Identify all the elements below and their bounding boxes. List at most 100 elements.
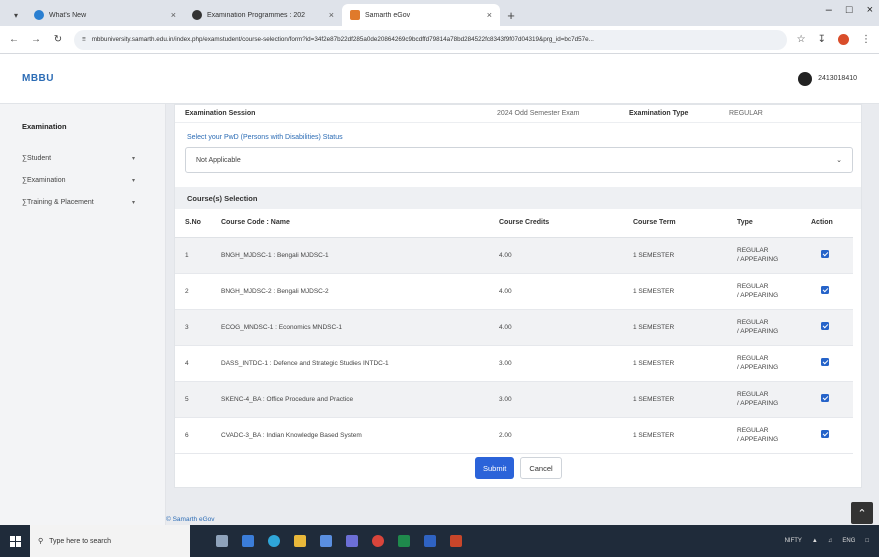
- bookmark-star-icon[interactable]: ☆: [797, 34, 806, 45]
- exam-session-label: Examination Session: [185, 110, 256, 117]
- browser-tab-bar: ▾ What's New × Examination Programmes : …: [0, 0, 879, 26]
- col-header-action: Action: [801, 209, 853, 238]
- course-table: S.No Course Code : Name Course Credits C…: [175, 209, 853, 454]
- cell-action: [801, 237, 853, 274]
- forward-arrow-icon[interactable]: →: [30, 34, 42, 45]
- teams-icon[interactable]: [346, 535, 358, 547]
- word-icon[interactable]: [424, 535, 436, 547]
- store-icon[interactable]: [320, 535, 332, 547]
- course-table-header: S.No Course Code : Name Course Credits C…: [175, 209, 853, 238]
- app-brand[interactable]: MBBU: [22, 73, 54, 84]
- cell-term: 1 SEMESTER: [623, 417, 727, 454]
- browser-menu-icon[interactable]: ⋮: [861, 34, 871, 45]
- type-line-1: REGULAR: [737, 283, 769, 290]
- footer-samarth-link[interactable]: © Samarth eGov: [166, 516, 215, 523]
- cell-type: REGULAR / APPEARING: [727, 273, 801, 310]
- sidebar: Examination ∑Student ▾ ∑Examination ▾ ∑T…: [0, 104, 166, 525]
- tray-language[interactable]: ENG: [842, 538, 855, 544]
- edge-icon[interactable]: [268, 535, 280, 547]
- notifications-icon[interactable]: □: [865, 538, 869, 544]
- course-selection-heading: Course(s) Selection: [175, 187, 861, 209]
- sidebar-item-student[interactable]: ∑Student ▾: [0, 147, 165, 169]
- tab-search-chevron-icon[interactable]: ▾: [6, 4, 26, 26]
- cell-sno: 6: [175, 417, 211, 454]
- type-line-2: / APPEARING: [737, 364, 779, 371]
- cell-term: 1 SEMESTER: [623, 237, 727, 274]
- cell-term: 1 SEMESTER: [623, 381, 727, 418]
- pwd-status-select[interactable]: Not Applicable ⌄: [185, 147, 853, 173]
- close-tab-icon[interactable]: ×: [171, 10, 176, 20]
- browser-tab-whats-new[interactable]: What's New ×: [26, 4, 184, 26]
- new-tab-button[interactable]: +: [500, 4, 522, 26]
- cell-type: REGULAR / APPEARING: [727, 345, 801, 382]
- course-checkbox[interactable]: [821, 394, 829, 402]
- taskbar-search[interactable]: ⚲ Type here to search: [30, 525, 190, 557]
- site-settings-icon[interactable]: ≡: [82, 36, 86, 43]
- close-tab-icon[interactable]: ×: [329, 10, 334, 20]
- scroll-to-top-button[interactable]: ⌃: [851, 502, 873, 524]
- sidebar-item-label: Student: [27, 154, 52, 162]
- tab-title: Samarth eGov: [365, 11, 411, 19]
- cell-credits: 4.00: [489, 273, 623, 310]
- minimize-icon[interactable]: –: [826, 4, 832, 16]
- tray-nifty[interactable]: NIFTY: [785, 538, 802, 544]
- user-menu[interactable]: 2413018410: [798, 71, 857, 86]
- cell-credits: 2.00: [489, 417, 623, 454]
- course-checkbox[interactable]: [821, 430, 829, 438]
- close-tab-icon[interactable]: ×: [487, 10, 492, 20]
- course-checkbox[interactable]: [821, 322, 829, 330]
- submit-button[interactable]: Submit: [475, 457, 515, 479]
- windows-logo-icon: [9, 535, 21, 547]
- footer-text: © Samarth eGov: [166, 516, 215, 523]
- url-field[interactable]: ≡ mbbuniversity.samarth.edu.in/index.php…: [74, 29, 787, 50]
- exam-type-label: Examination Type: [629, 110, 689, 117]
- back-arrow-icon[interactable]: ←: [8, 34, 20, 45]
- close-window-icon[interactable]: ×: [867, 4, 873, 16]
- excel-icon[interactable]: [398, 535, 410, 547]
- browser-tab-examination-programmes[interactable]: Examination Programmes : 202 ×: [184, 4, 342, 26]
- exam-type-value: REGULAR: [729, 110, 763, 117]
- cell-credits: 3.00: [489, 381, 623, 418]
- course-checkbox[interactable]: [821, 286, 829, 294]
- start-button[interactable]: [0, 525, 30, 557]
- task-view-icon[interactable]: [216, 535, 228, 547]
- download-icon[interactable]: ↧: [818, 34, 826, 45]
- volume-icon[interactable]: ♫: [828, 538, 833, 544]
- browser-tab-samarth-egov[interactable]: Samarth eGov ×: [342, 4, 500, 26]
- widgets-icon[interactable]: [242, 535, 254, 547]
- chrome-icon[interactable]: [372, 535, 384, 547]
- user-avatar-icon: [798, 71, 813, 86]
- type-line-2: / APPEARING: [737, 328, 779, 335]
- maximize-icon[interactable]: □: [846, 4, 853, 16]
- os-taskbar: ⚲ Type here to search NIFTY ▲ ♫ ENG □: [0, 525, 879, 557]
- extension-icon[interactable]: [838, 34, 849, 45]
- reload-icon[interactable]: ↻: [52, 34, 64, 45]
- sidebar-item-training-placement[interactable]: ∑Training & Placement ▾: [0, 191, 165, 213]
- taskbar-search-placeholder: Type here to search: [49, 537, 112, 545]
- exam-session-value: 2024 Odd Semester Exam: [497, 110, 580, 117]
- samarth-favicon-icon: [350, 10, 360, 20]
- cancel-button[interactable]: Cancel: [520, 457, 562, 479]
- chevron-down-icon: ▾: [131, 177, 135, 184]
- url-text: mbbuniversity.samarth.edu.in/index.php/e…: [91, 36, 594, 43]
- cell-course-name: DASS_INTDC-1 : Defence and Strategic Stu…: [211, 345, 489, 382]
- type-line-2: / APPEARING: [737, 292, 779, 299]
- sidebar-title: Examination: [22, 122, 67, 131]
- cell-sno: 3: [175, 309, 211, 346]
- cell-type: REGULAR / APPEARING: [727, 417, 801, 454]
- browser-toolbar-right: ☆ ↧ ⋮: [797, 34, 871, 45]
- type-line-1: REGULAR: [737, 427, 769, 434]
- sidebar-item-label: Training & Placement: [27, 198, 94, 206]
- app-header: MBBU 2413018410: [0, 54, 879, 104]
- course-checkbox[interactable]: [821, 250, 829, 258]
- powerpoint-icon[interactable]: [450, 535, 462, 547]
- chevron-down-icon: ⌄: [836, 157, 842, 164]
- cell-course-name: CVADC-3_BA : Indian Knowledge Based Syst…: [211, 417, 489, 454]
- table-row: 5 SKENC-4_BA : Office Procedure and Prac…: [175, 381, 853, 418]
- taskbar-apps: [216, 535, 462, 547]
- course-checkbox[interactable]: [821, 358, 829, 366]
- cell-course-name: BNGH_MJDSC-2 : Bengali MJDSC-2: [211, 273, 489, 310]
- sidebar-item-examination[interactable]: ∑Examination ▾: [0, 169, 165, 191]
- network-icon[interactable]: ▲: [812, 538, 818, 544]
- file-explorer-icon[interactable]: [294, 535, 306, 547]
